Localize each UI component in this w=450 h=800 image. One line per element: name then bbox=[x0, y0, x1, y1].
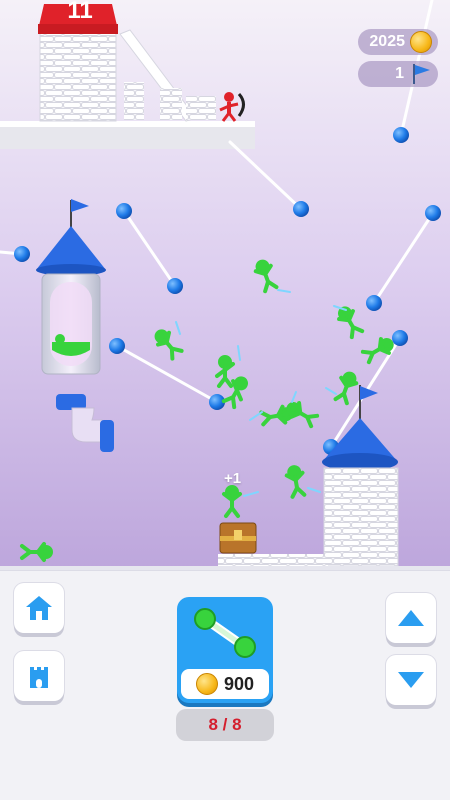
node bbox=[109, 338, 125, 354]
node bbox=[366, 295, 382, 311]
home-button[interactable] bbox=[14, 583, 64, 633]
spawn-popup: +1 bbox=[224, 470, 242, 487]
node bbox=[425, 205, 441, 221]
home-icon bbox=[26, 596, 52, 620]
tower-count-badge: 11 bbox=[67, 0, 93, 24]
node bbox=[167, 278, 183, 294]
coin-icon bbox=[195, 673, 218, 695]
node bbox=[116, 203, 132, 219]
upgrade-rope-button[interactable]: 900 bbox=[177, 597, 273, 703]
link-icon bbox=[194, 608, 256, 658]
upgrade-count: 8 / 8 bbox=[176, 709, 274, 741]
scroll-down-button[interactable] bbox=[386, 655, 436, 705]
coin-counter: 2025 bbox=[358, 29, 438, 55]
node bbox=[392, 330, 408, 346]
scroll-up-button[interactable] bbox=[386, 593, 436, 643]
node bbox=[14, 246, 30, 262]
level-count: 1 bbox=[395, 65, 404, 82]
flag-icon bbox=[413, 64, 430, 84]
node bbox=[293, 201, 309, 217]
node bbox=[393, 127, 409, 143]
treasure-chest bbox=[219, 522, 257, 554]
arrow-up-icon bbox=[398, 610, 424, 626]
coin-count: 2025 bbox=[369, 33, 405, 50]
coin-icon bbox=[410, 31, 432, 53]
upgrade-price-value: 900 bbox=[223, 673, 255, 694]
control-panel: 900 8 / 8 bbox=[0, 570, 450, 800]
ground-bricks bbox=[218, 554, 328, 566]
castle-icon bbox=[30, 667, 48, 688]
arrow-down-icon bbox=[398, 672, 424, 688]
upgrade-price: 900 bbox=[181, 669, 269, 699]
castle-button[interactable] bbox=[14, 651, 64, 701]
level-counter: 1 bbox=[358, 61, 438, 87]
